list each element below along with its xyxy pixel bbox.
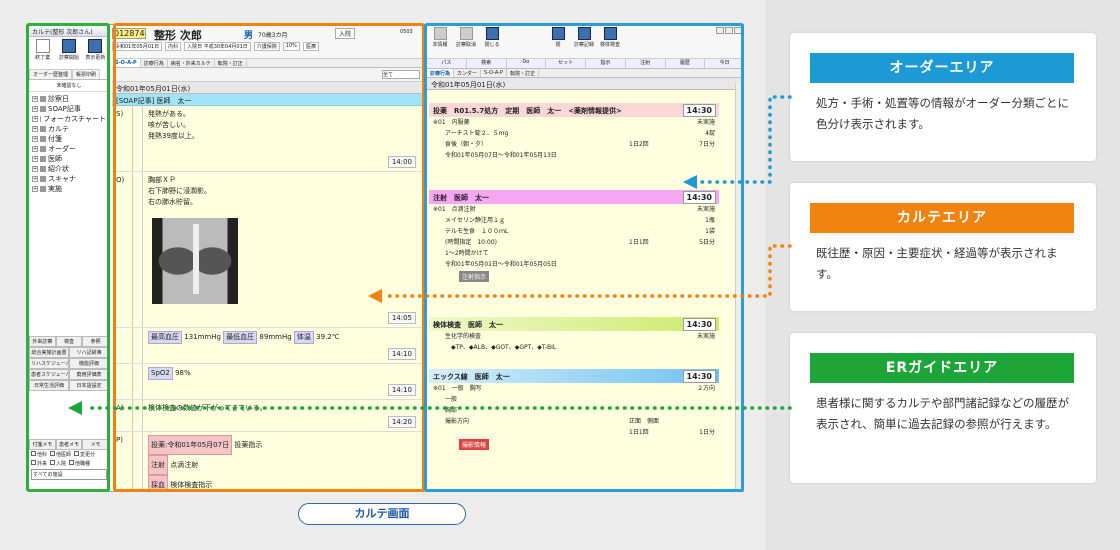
er-area-card: ERガイドエリア 患者様に関するカルテや部門諸記録などの履歴が表示され、簡単に過… [790,333,1096,483]
er-area-title: ERガイドエリア [810,353,1074,383]
er-area-desc: 患者様に関するカルテや部門諸記録などの履歴が表示され、簡単に過去記録の参照が行え… [816,396,1069,431]
order-area-frame [424,23,744,492]
screen-label: カルテ画面 [298,503,466,525]
karte-area-desc: 既往歴・原因・主要症状・経過等が表示されます。 [816,246,1058,281]
karte-area-frame [113,23,425,492]
karte-area-title: カルテエリア [810,203,1074,233]
order-area-desc: 処方・手術・処置等の情報がオーダー分類ごとに色分け表示されます。 [816,96,1069,131]
er-area-frame [26,23,110,492]
order-area-card: オーダーエリア 処方・手術・処置等の情報がオーダー分類ごとに色分け表示されます。 [790,33,1096,161]
order-area-title: オーダーエリア [810,53,1074,83]
karte-area-card: カルテエリア 既往歴・原因・主要症状・経過等が表示されます。 [790,183,1096,311]
